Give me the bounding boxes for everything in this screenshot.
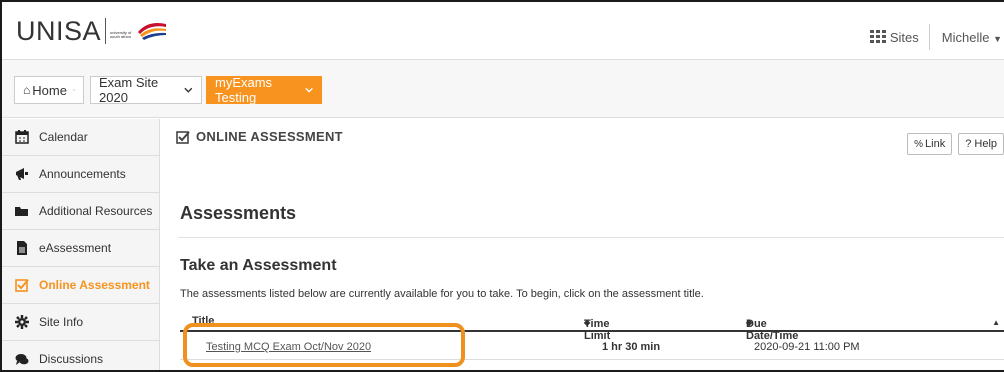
link-icon: % bbox=[914, 138, 924, 150]
sites-button[interactable]: Sites bbox=[869, 24, 930, 50]
folder-icon bbox=[15, 207, 28, 216]
sidebar-item-label: Additional Resources bbox=[39, 204, 153, 218]
page-title: Assessments bbox=[180, 203, 297, 223]
sidebar-item-site-info[interactable]: Site Info bbox=[2, 304, 159, 341]
logo-subtext: university of south africa bbox=[110, 30, 132, 39]
tool-buttons: % Link ? Help bbox=[907, 133, 1004, 155]
exam-site-dropdown[interactable]: Exam Site 2020 bbox=[90, 75, 202, 105]
sort-up-icon[interactable]: ▲ bbox=[992, 318, 1000, 327]
assessment-title-link[interactable]: Testing MCQ Exam Oct/Nov 2020 bbox=[206, 341, 371, 353]
sidebar-item-label: Calendar bbox=[39, 130, 88, 144]
header-right: Sites Michelle ▼ bbox=[869, 24, 1004, 50]
browser-frame: UNISA university of south africa Sites M… bbox=[0, 0, 1004, 372]
bullhorn-icon bbox=[16, 168, 28, 180]
user-menu[interactable]: Michelle ▼ bbox=[930, 30, 1004, 45]
sidebar-item-calendar[interactable]: Calendar bbox=[2, 119, 159, 156]
unisa-flag-icon bbox=[138, 23, 167, 40]
link-label: Link bbox=[925, 138, 946, 150]
tool-title-text: ONLINE ASSESSMENT bbox=[196, 129, 343, 144]
section-title: Take an Assessment bbox=[180, 257, 337, 274]
sidebar-item-eassessment[interactable]: eAssessment bbox=[2, 230, 159, 267]
check-square-icon bbox=[15, 279, 29, 292]
sidebar-item-discussions[interactable]: Discussions bbox=[2, 341, 159, 370]
exam-site-label: Exam Site 2020 bbox=[99, 75, 159, 105]
check-square-icon bbox=[176, 130, 190, 144]
sidebar-item-label: eAssessment bbox=[39, 241, 112, 255]
grid-icon bbox=[869, 30, 886, 43]
logo-text: UNISA bbox=[16, 15, 102, 46]
link-button[interactable]: % Link bbox=[907, 133, 953, 155]
tool-sidebar: Calendar Announcements Additional Resour… bbox=[2, 119, 160, 370]
sidebar-item-label: Site Info bbox=[39, 315, 84, 329]
calendar-icon bbox=[15, 130, 29, 144]
current-site-label: myExams Testing bbox=[215, 75, 273, 105]
sidebar-item-additional-resources[interactable]: Additional Resources bbox=[2, 193, 159, 230]
section-description: The assessments listed below are current… bbox=[180, 288, 704, 300]
table-header: Title ◆ Time Limit ◆ Due Date/Time ▲ bbox=[180, 312, 1004, 342]
main-content: ONLINE ASSESSMENT % Link ? Help Assessme… bbox=[160, 119, 1004, 370]
home-label: Home bbox=[32, 82, 67, 98]
table-row: Testing MCQ Exam Oct/Nov 2020 1 hr 30 mi… bbox=[180, 334, 1004, 360]
sidebar-item-label: Announcements bbox=[39, 167, 126, 181]
comments-icon bbox=[15, 354, 29, 365]
unisa-logo[interactable]: UNISA university of south africa bbox=[16, 14, 168, 48]
column-header-title[interactable]: Title bbox=[192, 315, 214, 327]
sidebar-item-label: Discussions bbox=[39, 352, 104, 366]
tool-title: ONLINE ASSESSMENT bbox=[176, 129, 343, 144]
due-date-cell: 2020-09-21 11:00 PM bbox=[754, 341, 860, 353]
time-limit-cell: 1 hr 30 min bbox=[602, 341, 661, 353]
logo-mark: university of south africa bbox=[105, 18, 168, 44]
caret-down-icon: ▼ bbox=[993, 33, 1002, 44]
sidebar-item-label: Online Assessment bbox=[39, 278, 150, 292]
help-label: ? Help bbox=[965, 138, 997, 150]
home-icon: ⌂ bbox=[23, 83, 31, 97]
site-nav: ⌂ Home Exam Site 2020 myExams Testing bbox=[2, 60, 1004, 118]
gear-icon bbox=[15, 315, 29, 329]
file-icon bbox=[17, 241, 27, 255]
chevron-down-icon bbox=[184, 87, 193, 93]
current-site-dropdown[interactable]: myExams Testing bbox=[206, 75, 322, 105]
sidebar-item-announcements[interactable]: Announcements bbox=[2, 156, 159, 193]
chevron-down-icon bbox=[305, 87, 313, 93]
divider bbox=[178, 237, 1004, 238]
portal-header: UNISA university of south africa Sites M… bbox=[2, 2, 1004, 60]
user-name: Michelle bbox=[941, 29, 990, 45]
sidebar-item-online-assessment[interactable]: Online Assessment bbox=[2, 267, 159, 304]
sites-label: Sites bbox=[889, 29, 919, 45]
chevron-down-icon bbox=[73, 89, 75, 91]
home-dropdown[interactable]: ⌂ Home bbox=[14, 76, 84, 104]
help-button[interactable]: ? Help bbox=[958, 133, 1004, 155]
